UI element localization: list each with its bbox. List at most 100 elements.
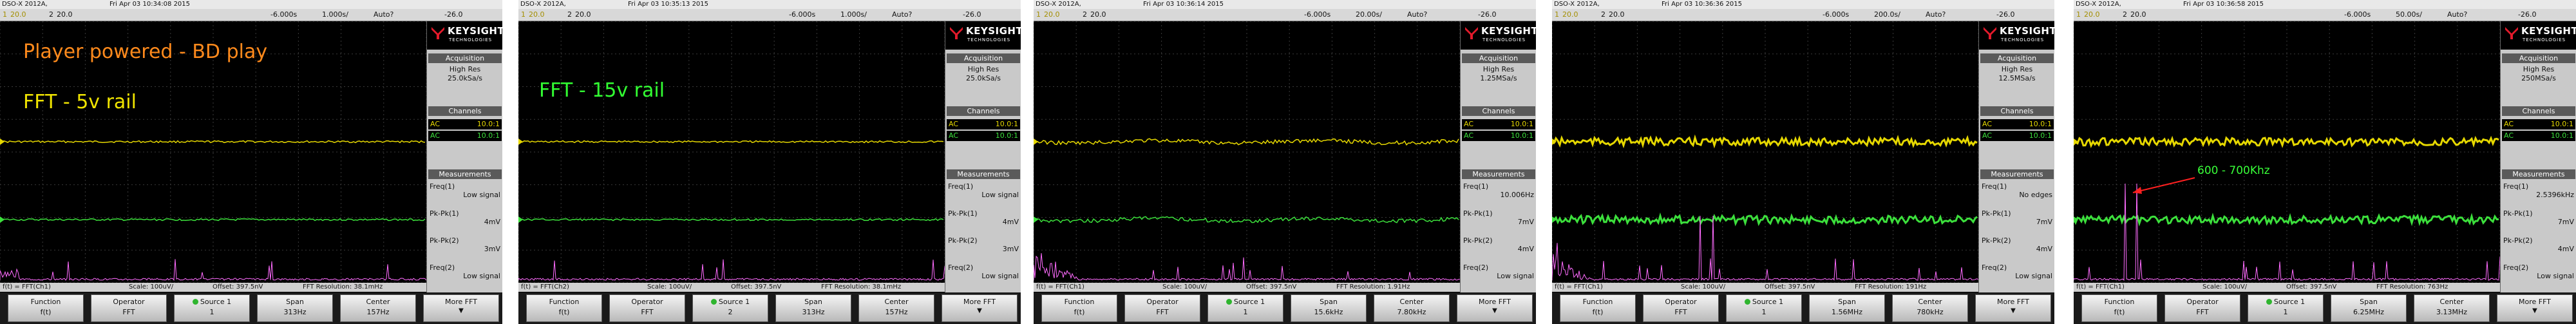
time-scale[interactable]: 1.000s/ xyxy=(840,9,867,21)
span-softkey[interactable]: Span 15.6kHz xyxy=(1291,294,1367,322)
time-scale[interactable]: 20.00s/ xyxy=(1356,9,1382,21)
measurement-item[interactable]: Freq(1) Low signal xyxy=(948,182,1019,199)
channel-row[interactable]: AC 10.0:1 xyxy=(1462,119,1535,129)
measurement-item[interactable]: Freq(1) 10.006Hz xyxy=(1463,182,1534,199)
channel-row[interactable]: AC 10.0:1 xyxy=(428,131,502,141)
ch1-scale[interactable]: 20.0 xyxy=(2084,9,2100,21)
center-softkey[interactable]: Center 780kHz xyxy=(1892,294,1968,322)
ch2-scale[interactable]: 20.0 xyxy=(1609,9,1625,21)
source-softkey[interactable]: Source 1 1 xyxy=(2248,294,2324,322)
ch1-number[interactable]: 1 xyxy=(3,9,7,21)
time-position[interactable]: -6.000s xyxy=(1304,9,1331,21)
source-softkey[interactable]: Source 1 1 xyxy=(174,294,250,322)
source-softkey[interactable]: Source 1 2 xyxy=(692,294,768,322)
measurement-item[interactable]: Pk-Pk(2) 4mV xyxy=(2503,236,2574,253)
time-position[interactable]: -6.000s xyxy=(789,9,815,21)
operator-softkey[interactable]: Operator FFT xyxy=(2164,294,2240,322)
time-scale[interactable]: 50.00s/ xyxy=(2396,9,2422,21)
trigger-level[interactable]: -26.0 xyxy=(963,9,981,21)
channel-row[interactable]: AC 10.0:1 xyxy=(428,119,502,129)
channel-row[interactable]: AC 10.0:1 xyxy=(947,119,1020,129)
ch2-number[interactable]: 2 xyxy=(49,9,53,21)
measurement-item[interactable]: Pk-Pk(1) 7mV xyxy=(2503,209,2574,226)
ch1-scale[interactable]: 20.0 xyxy=(529,9,545,21)
ch2-number[interactable]: 2 xyxy=(567,9,572,21)
trigger-mode[interactable]: Auto? xyxy=(1926,9,1946,21)
span-softkey[interactable]: Span 1.56MHz xyxy=(1809,294,1885,322)
channel-row[interactable]: AC 10.0:1 xyxy=(947,131,1020,141)
operator-softkey[interactable]: Operator FFT xyxy=(1643,294,1719,322)
ch2-scale[interactable]: 20.0 xyxy=(57,9,73,21)
time-scale[interactable]: 1.000s/ xyxy=(322,9,348,21)
channel-row[interactable]: AC 10.0:1 xyxy=(2502,119,2575,129)
trigger-level[interactable]: -26.0 xyxy=(444,9,462,21)
function-softkey[interactable]: Function f(t) xyxy=(8,294,84,322)
ch2-number[interactable]: 2 xyxy=(2123,9,2127,21)
measurement-item[interactable]: Pk-Pk(1) 4mV xyxy=(430,209,500,226)
time-position[interactable]: -6.000s xyxy=(270,9,297,21)
channel-row[interactable]: AC 10.0:1 xyxy=(1980,119,2054,129)
ch1-scale[interactable]: 20.0 xyxy=(10,9,26,21)
center-softkey[interactable]: Center 157Hz xyxy=(340,294,416,322)
trigger-level[interactable]: -26.0 xyxy=(1478,9,1496,21)
more-fft-softkey[interactable]: More FFT ▼ xyxy=(2497,294,2573,322)
center-softkey[interactable]: Center 157Hz xyxy=(858,294,934,322)
ch1-number[interactable]: 1 xyxy=(2076,9,2081,21)
span-softkey[interactable]: Span 313Hz xyxy=(775,294,851,322)
measurement-item[interactable]: Freq(1) 2.5396kHz xyxy=(2503,182,2574,199)
trigger-mode[interactable]: Auto? xyxy=(2447,9,2467,21)
function-softkey[interactable]: Function f(t) xyxy=(1041,294,1117,322)
ch1-number[interactable]: 1 xyxy=(521,9,526,21)
time-scale[interactable]: 200.0s/ xyxy=(1874,9,1900,21)
function-softkey[interactable]: Function f(t) xyxy=(526,294,602,322)
time-position[interactable]: -6.000s xyxy=(1823,9,1849,21)
time-position[interactable]: -6.000s xyxy=(2344,9,2371,21)
center-softkey[interactable]: Center 3.13MHz xyxy=(2414,294,2490,322)
measurement-item[interactable]: Pk-Pk(1) 7mV xyxy=(1982,209,2052,226)
source-softkey[interactable]: Source 1 1 xyxy=(1726,294,1802,322)
ch2-number[interactable]: 2 xyxy=(1601,9,1605,21)
measurement-item[interactable]: Freq(2) Low signal xyxy=(1982,263,2052,280)
more-fft-softkey[interactable]: More FFT ▼ xyxy=(942,294,1018,322)
measurement-item[interactable]: Freq(1) No edges xyxy=(1982,182,2052,199)
ch2-scale[interactable]: 20.0 xyxy=(575,9,591,21)
ch1-number[interactable]: 1 xyxy=(1036,9,1041,21)
measurement-item[interactable]: Pk-Pk(1) 7mV xyxy=(1463,209,1534,226)
more-fft-softkey[interactable]: More FFT ▼ xyxy=(423,294,499,322)
operator-softkey[interactable]: Operator FFT xyxy=(609,294,685,322)
span-softkey[interactable]: Span 6.25MHz xyxy=(2331,294,2407,322)
channel-row[interactable]: AC 10.0:1 xyxy=(1462,131,1535,141)
measurement-item[interactable]: Freq(2) Low signal xyxy=(948,263,1019,280)
measurement-item[interactable]: Pk-Pk(2) 3mV xyxy=(948,236,1019,253)
span-softkey[interactable]: Span 313Hz xyxy=(257,294,333,322)
ch1-scale[interactable]: 20.0 xyxy=(1044,9,1060,21)
channel-row[interactable]: AC 10.0:1 xyxy=(2502,131,2575,141)
ch2-scale[interactable]: 20.0 xyxy=(1090,9,1106,21)
channel-row[interactable]: AC 10.0:1 xyxy=(1980,131,2054,141)
ch2-scale[interactable]: 20.0 xyxy=(2130,9,2146,21)
measurement-item[interactable]: Freq(2) Low signal xyxy=(1463,263,1534,280)
ch2-number[interactable]: 2 xyxy=(1083,9,1087,21)
ch1-number[interactable]: 1 xyxy=(1555,9,1559,21)
operator-softkey[interactable]: Operator FFT xyxy=(1124,294,1200,322)
trigger-level[interactable]: -26.0 xyxy=(2518,9,2536,21)
trigger-mode[interactable]: Auto? xyxy=(374,9,393,21)
measurement-item[interactable]: Pk-Pk(2) 4mV xyxy=(1463,236,1534,253)
measurement-item[interactable]: Pk-Pk(2) 4mV xyxy=(1982,236,2052,253)
function-softkey[interactable]: Function f(t) xyxy=(1560,294,1636,322)
more-fft-softkey[interactable]: More FFT ▼ xyxy=(1975,294,2051,322)
trigger-mode[interactable]: Auto? xyxy=(1407,9,1427,21)
ch1-scale[interactable]: 20.0 xyxy=(1562,9,1578,21)
source-softkey[interactable]: Source 1 1 xyxy=(1208,294,1283,322)
measurement-item[interactable]: Freq(1) Low signal xyxy=(430,182,500,199)
center-softkey[interactable]: Center 7.80kHz xyxy=(1374,294,1450,322)
more-fft-softkey[interactable]: More FFT ▼ xyxy=(1457,294,1533,322)
trigger-mode[interactable]: Auto? xyxy=(892,9,912,21)
measurement-item[interactable]: Freq(2) Low signal xyxy=(430,263,500,280)
function-softkey[interactable]: Function f(t) xyxy=(2081,294,2157,322)
measurement-item[interactable]: Freq(2) Low signal xyxy=(2503,263,2574,280)
operator-softkey[interactable]: Operator FFT xyxy=(91,294,167,322)
measurement-item[interactable]: Pk-Pk(2) 3mV xyxy=(430,236,500,253)
measurement-item[interactable]: Pk-Pk(1) 4mV xyxy=(948,209,1019,226)
trigger-level[interactable]: -26.0 xyxy=(1996,9,2014,21)
